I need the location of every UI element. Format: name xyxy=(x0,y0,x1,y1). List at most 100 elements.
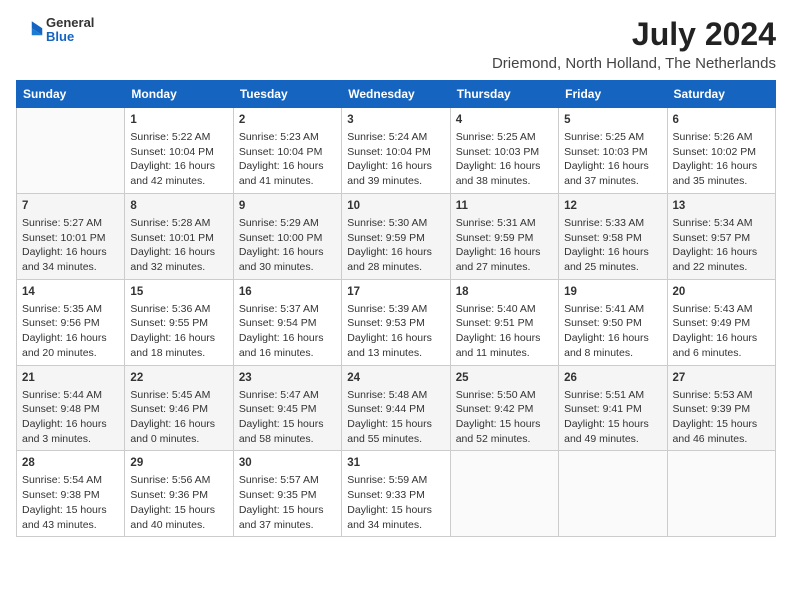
day-info: Sunrise: 5:48 AM Sunset: 9:44 PM Dayligh… xyxy=(347,388,444,447)
day-number: 16 xyxy=(239,284,336,300)
day-number: 19 xyxy=(564,284,661,300)
day-number: 25 xyxy=(456,370,553,386)
day-number: 18 xyxy=(456,284,553,300)
calendar-day-cell: 5 Sunrise: 5:25 AM Sunset: 10:03 PM Dayli… xyxy=(559,108,667,194)
day-info: Sunrise: 5:40 AM Sunset: 9:51 PM Dayligh… xyxy=(456,302,553,361)
day-info: Sunrise: 5:28 AM Sunset: 10:01 PM Daylig… xyxy=(130,216,227,275)
day-number: 5 xyxy=(564,112,661,128)
calendar-table: SundayMondayTuesdayWednesdayThursdayFrid… xyxy=(16,80,776,537)
day-info: Sunrise: 5:25 AM Sunset: 10:03 PM Daylig… xyxy=(456,130,553,189)
logo-general: General xyxy=(46,16,94,30)
day-number: 31 xyxy=(347,455,444,471)
calendar-day-cell: 14Sunrise: 5:35 AM Sunset: 9:56 PM Dayli… xyxy=(17,279,125,365)
day-number: 8 xyxy=(130,198,227,214)
day-header-monday: Monday xyxy=(125,81,233,108)
calendar-day-cell: 16 Sunrise: 5:37 AM Sunset: 9:54 PM Dayli… xyxy=(233,279,341,365)
day-info: Sunrise: 5:44 AM Sunset: 9:48 PM Dayligh… xyxy=(22,388,119,447)
day-number: 29 xyxy=(130,455,227,471)
calendar-day-cell: 7Sunrise: 5:27 AM Sunset: 10:01 PM Dayli… xyxy=(17,193,125,279)
day-number: 24 xyxy=(347,370,444,386)
day-number: 28 xyxy=(22,455,119,471)
calendar-day-cell: 21 Sunrise: 5:44 AM Sunset: 9:48 PM Dayli… xyxy=(17,365,125,451)
day-number: 12 xyxy=(564,198,661,214)
calendar-day-cell: 28 Sunrise: 5:54 AM Sunset: 9:38 PM Dayli… xyxy=(17,451,125,537)
calendar-empty-cell xyxy=(559,451,667,537)
calendar-day-cell: 15Sunrise: 5:36 AM Sunset: 9:55 PM Dayli… xyxy=(125,279,233,365)
calendar-week-row: 14Sunrise: 5:35 AM Sunset: 9:56 PM Dayli… xyxy=(17,279,776,365)
day-info: Sunrise: 5:37 AM Sunset: 9:54 PM Dayligh… xyxy=(239,302,336,361)
day-info: Sunrise: 5:31 AM Sunset: 9:59 PM Dayligh… xyxy=(456,216,553,275)
day-number: 4 xyxy=(456,112,553,128)
calendar-empty-cell xyxy=(450,451,558,537)
calendar-day-cell: 1 Sunrise: 5:22 AM Sunset: 10:04 PM Dayli… xyxy=(125,108,233,194)
calendar-day-cell: 19 Sunrise: 5:41 AM Sunset: 9:50 PM Dayli… xyxy=(559,279,667,365)
day-number: 23 xyxy=(239,370,336,386)
day-header-tuesday: Tuesday xyxy=(233,81,341,108)
day-number: 1 xyxy=(130,112,227,128)
calendar-day-cell: 9 Sunrise: 5:29 AM Sunset: 10:00 PM Dayli… xyxy=(233,193,341,279)
day-header-wednesday: Wednesday xyxy=(342,81,450,108)
day-info: Sunrise: 5:22 AM Sunset: 10:04 PM Daylig… xyxy=(130,130,227,189)
calendar-day-cell: 8 Sunrise: 5:28 AM Sunset: 10:01 PM Dayli… xyxy=(125,193,233,279)
day-info: Sunrise: 5:53 AM Sunset: 9:39 PM Dayligh… xyxy=(673,388,770,447)
day-number: 13 xyxy=(673,198,770,214)
calendar-day-cell: 22Sunrise: 5:45 AM Sunset: 9:46 PM Dayli… xyxy=(125,365,233,451)
page-header: General Blue July 2024 Driemond, North H… xyxy=(16,16,776,72)
day-number: 21 xyxy=(22,370,119,386)
calendar-day-cell: 25 Sunrise: 5:50 AM Sunset: 9:42 PM Dayli… xyxy=(450,365,558,451)
logo-text: General Blue xyxy=(46,16,94,45)
location: Driemond, North Holland, The Netherlands xyxy=(492,55,776,72)
day-number: 27 xyxy=(673,370,770,386)
logo-icon xyxy=(16,16,44,44)
calendar-day-cell: 24 Sunrise: 5:48 AM Sunset: 9:44 PM Dayli… xyxy=(342,365,450,451)
calendar-day-cell: 23 Sunrise: 5:47 AM Sunset: 9:45 PM Dayli… xyxy=(233,365,341,451)
title-block: July 2024 Driemond, North Holland, The N… xyxy=(492,16,776,72)
day-info: Sunrise: 5:54 AM Sunset: 9:38 PM Dayligh… xyxy=(22,473,119,532)
day-info: Sunrise: 5:25 AM Sunset: 10:03 PM Daylig… xyxy=(564,130,661,189)
calendar-day-cell: 27 Sunrise: 5:53 AM Sunset: 9:39 PM Dayli… xyxy=(667,365,775,451)
day-number: 9 xyxy=(239,198,336,214)
calendar-day-cell: 17Sunrise: 5:39 AM Sunset: 9:53 PM Dayli… xyxy=(342,279,450,365)
calendar-day-cell: 13 Sunrise: 5:34 AM Sunset: 9:57 PM Dayli… xyxy=(667,193,775,279)
day-info: Sunrise: 5:36 AM Sunset: 9:55 PM Dayligh… xyxy=(130,302,227,361)
day-info: Sunrise: 5:34 AM Sunset: 9:57 PM Dayligh… xyxy=(673,216,770,275)
calendar-empty-cell xyxy=(667,451,775,537)
day-info: Sunrise: 5:24 AM Sunset: 10:04 PM Daylig… xyxy=(347,130,444,189)
logo: General Blue xyxy=(16,16,94,45)
day-info: Sunrise: 5:29 AM Sunset: 10:00 PM Daylig… xyxy=(239,216,336,275)
calendar-day-cell: 3Sunrise: 5:24 AM Sunset: 10:04 PM Dayli… xyxy=(342,108,450,194)
day-info: Sunrise: 5:43 AM Sunset: 9:49 PM Dayligh… xyxy=(673,302,770,361)
calendar-day-cell: 2Sunrise: 5:23 AM Sunset: 10:04 PM Dayli… xyxy=(233,108,341,194)
day-info: Sunrise: 5:23 AM Sunset: 10:04 PM Daylig… xyxy=(239,130,336,189)
day-number: 20 xyxy=(673,284,770,300)
day-header-saturday: Saturday xyxy=(667,81,775,108)
calendar-week-row: 1 Sunrise: 5:22 AM Sunset: 10:04 PM Dayli… xyxy=(17,108,776,194)
day-number: 6 xyxy=(673,112,770,128)
day-info: Sunrise: 5:59 AM Sunset: 9:33 PM Dayligh… xyxy=(347,473,444,532)
day-info: Sunrise: 5:33 AM Sunset: 9:58 PM Dayligh… xyxy=(564,216,661,275)
calendar-header-row: SundayMondayTuesdayWednesdayThursdayFrid… xyxy=(17,81,776,108)
logo-blue: Blue xyxy=(46,30,94,44)
calendar-day-cell: 30Sunrise: 5:57 AM Sunset: 9:35 PM Dayli… xyxy=(233,451,341,537)
day-info: Sunrise: 5:51 AM Sunset: 9:41 PM Dayligh… xyxy=(564,388,661,447)
day-info: Sunrise: 5:41 AM Sunset: 9:50 PM Dayligh… xyxy=(564,302,661,361)
calendar-day-cell: 29 Sunrise: 5:56 AM Sunset: 9:36 PM Dayli… xyxy=(125,451,233,537)
day-info: Sunrise: 5:35 AM Sunset: 9:56 PM Dayligh… xyxy=(22,302,119,361)
day-info: Sunrise: 5:45 AM Sunset: 9:46 PM Dayligh… xyxy=(130,388,227,447)
day-info: Sunrise: 5:50 AM Sunset: 9:42 PM Dayligh… xyxy=(456,388,553,447)
calendar-week-row: 7Sunrise: 5:27 AM Sunset: 10:01 PM Dayli… xyxy=(17,193,776,279)
day-info: Sunrise: 5:47 AM Sunset: 9:45 PM Dayligh… xyxy=(239,388,336,447)
calendar-day-cell: 20 Sunrise: 5:43 AM Sunset: 9:49 PM Dayli… xyxy=(667,279,775,365)
day-info: Sunrise: 5:26 AM Sunset: 10:02 PM Daylig… xyxy=(673,130,770,189)
calendar-week-row: 28 Sunrise: 5:54 AM Sunset: 9:38 PM Dayli… xyxy=(17,451,776,537)
day-info: Sunrise: 5:39 AM Sunset: 9:53 PM Dayligh… xyxy=(347,302,444,361)
calendar-day-cell: 4 Sunrise: 5:25 AM Sunset: 10:03 PM Dayli… xyxy=(450,108,558,194)
calendar-day-cell: 31 Sunrise: 5:59 AM Sunset: 9:33 PM Dayli… xyxy=(342,451,450,537)
calendar-day-cell: 26Sunrise: 5:51 AM Sunset: 9:41 PM Dayli… xyxy=(559,365,667,451)
calendar-day-cell: 6 Sunrise: 5:26 AM Sunset: 10:02 PM Dayli… xyxy=(667,108,775,194)
day-header-thursday: Thursday xyxy=(450,81,558,108)
day-info: Sunrise: 5:30 AM Sunset: 9:59 PM Dayligh… xyxy=(347,216,444,275)
day-info: Sunrise: 5:56 AM Sunset: 9:36 PM Dayligh… xyxy=(130,473,227,532)
calendar-empty-cell xyxy=(17,108,125,194)
calendar-week-row: 21 Sunrise: 5:44 AM Sunset: 9:48 PM Dayli… xyxy=(17,365,776,451)
